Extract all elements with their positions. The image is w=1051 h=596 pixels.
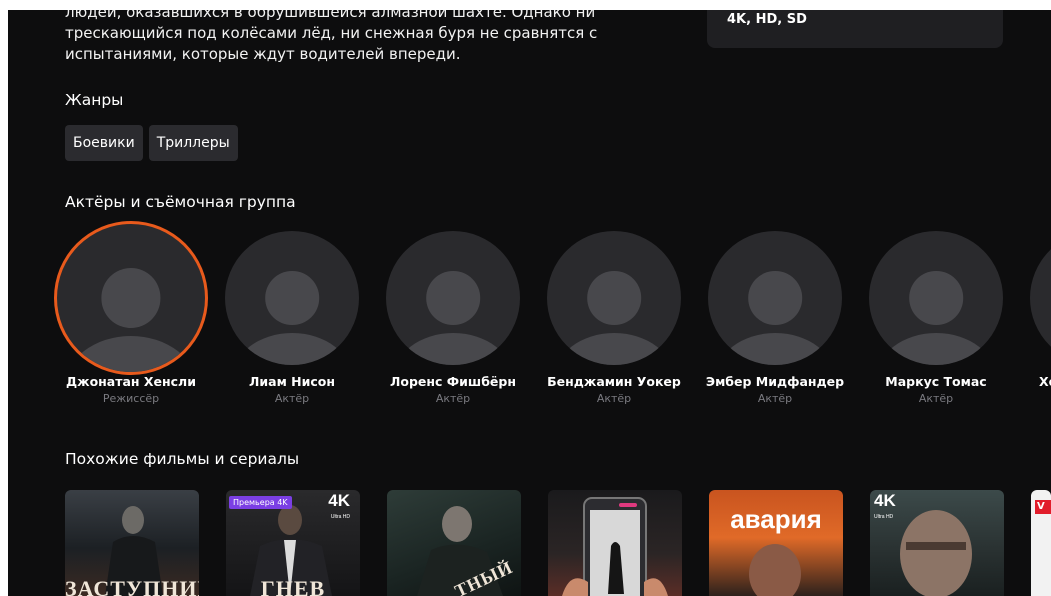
person-name: Лиам Нисон	[249, 374, 335, 389]
person-role: Актёр	[274, 392, 310, 405]
cast-card-director[interactable]: Джонатан Хенсли Режиссёр	[51, 224, 211, 405]
quality-value: 4K, HD, SD	[727, 12, 807, 27]
person-role: Актёр	[918, 392, 954, 405]
genre-chip-action[interactable]: Боевики	[65, 125, 143, 161]
person-name: Лоренс Фишбёрн	[389, 374, 516, 389]
brand-badge: V	[1035, 500, 1051, 514]
person-role: Актёр	[435, 392, 471, 405]
4k-badge: 4K Ultra HD	[874, 491, 896, 520]
person-name: Хо	[1039, 374, 1051, 389]
description-line: трескающийся под колёсами лёд, ни снежна…	[65, 24, 598, 42]
avatar	[708, 231, 842, 365]
cast-card[interactable]: Маркус Томас Актёр	[856, 231, 1016, 405]
person-role: Режиссёр	[102, 392, 160, 405]
genres-title: Жанры	[65, 91, 124, 109]
description-line: людей, оказавшихся в обрушившейся алмазн…	[65, 10, 596, 21]
person-role: Актёр	[596, 392, 632, 405]
person-name: Бенджамин Уокер	[547, 374, 681, 389]
premiere-badge: Премьера 4K	[229, 496, 292, 509]
person-name: Джонатан Хенсли	[66, 374, 196, 389]
person-name: Эмбер Мидфандер	[705, 374, 845, 389]
poster-card[interactable]	[548, 490, 682, 596]
cast-card-partial[interactable]: Хо	[1017, 231, 1051, 389]
similar-title: Похожие фильмы и сериалы	[65, 450, 300, 468]
quality-card: 4K, HD, SD	[707, 10, 1003, 48]
poster-title: ЗАСТУПНИК	[65, 576, 199, 596]
cast-card[interactable]: Эмбер Мидфандер Актёр	[695, 231, 855, 405]
poster-card[interactable]: авария	[709, 490, 843, 596]
person-name: Маркус Томас	[885, 374, 987, 389]
poster-art	[562, 497, 668, 596]
movie-description: людей, оказавшихся в обрушившейся алмазн…	[65, 10, 625, 65]
avatar	[57, 224, 205, 372]
avatar	[869, 231, 1003, 365]
poster-card[interactable]: Премьера 4K 4K Ultra HD ГНЕВ	[226, 490, 360, 596]
cast-carousel: Джонатан Хенсли Режиссёр Лиам Нисон Актё…	[8, 224, 1051, 421]
genre-chip-thriller[interactable]: Триллеры	[148, 125, 238, 161]
4k-badge: 4K Ultra HD	[328, 491, 350, 520]
similar-carousel: ЗАСТУПНИК Премьера 4K 4KUltra HD ГНЕВ ТН…	[8, 490, 1051, 596]
poster-card-partial[interactable]: V	[1031, 490, 1051, 596]
avatar	[547, 231, 681, 365]
poster-title: ГНЕВ	[260, 576, 326, 596]
poster-card[interactable]: 4K Ultra HD	[870, 490, 1004, 596]
avatar	[1030, 231, 1051, 365]
cast-card[interactable]: Лоренс Фишбёрн Актёр	[373, 231, 533, 405]
poster-figure	[749, 544, 801, 596]
genres-list: Боевики Триллеры	[65, 125, 238, 161]
cast-card[interactable]: Бенджамин Уокер Актёр	[534, 231, 694, 405]
avatar	[225, 231, 359, 365]
cast-card[interactable]: Лиам Нисон Актёр	[212, 231, 372, 405]
avatar	[386, 231, 520, 365]
person-role: Актёр	[757, 392, 793, 405]
poster-card[interactable]: ЗАСТУПНИК	[65, 490, 199, 596]
cast-title: Актёры и съёмочная группа	[65, 193, 296, 211]
description-line: испытаниями, которые ждут водителей впер…	[65, 45, 461, 63]
movie-details-screen: людей, оказавшихся в обрушившейся алмазн…	[8, 10, 1051, 596]
poster-card[interactable]: ТНЫЙ	[387, 490, 521, 596]
